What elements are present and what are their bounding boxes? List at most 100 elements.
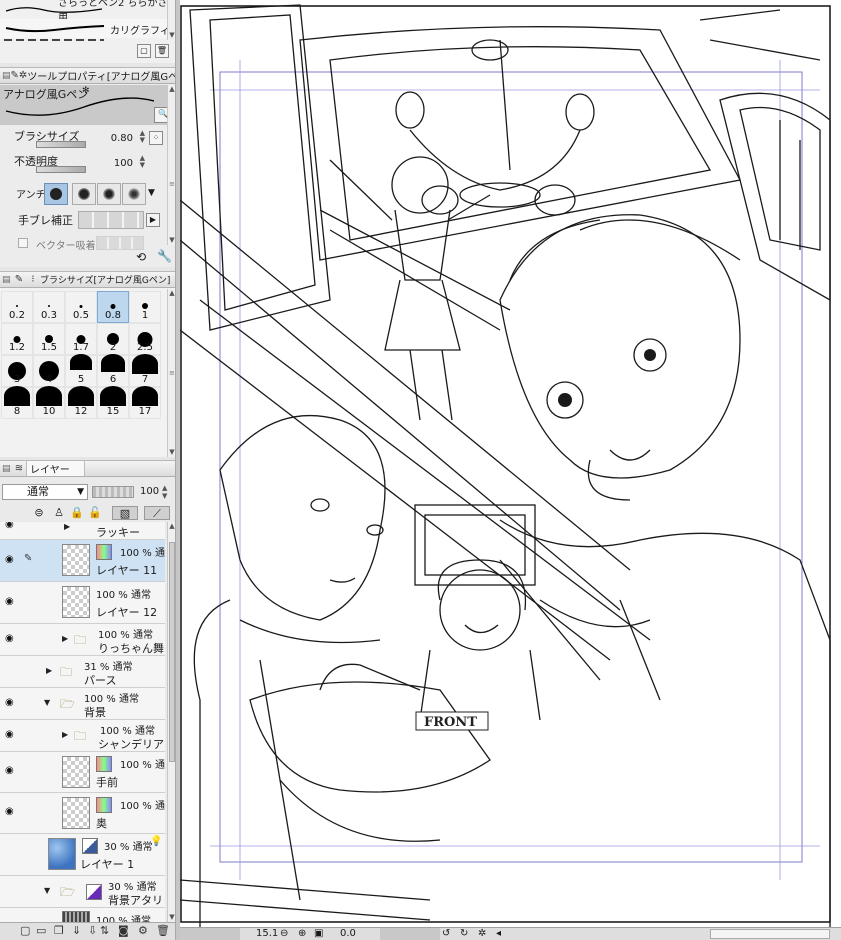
scroll-down-icon[interactable]: ▼ — [168, 913, 175, 922]
rotate-right-icon[interactable]: ↻ — [460, 928, 468, 940]
wrench-icon[interactable]: 🔧 — [157, 249, 172, 263]
brush-size-option[interactable]: 3 — [1, 355, 33, 387]
brush-size-option[interactable]: 1.2 — [1, 323, 33, 355]
subtool-scrollbar[interactable]: ▼ — [167, 0, 175, 40]
brush-size-option[interactable]: 4 — [33, 355, 65, 387]
brush-size-option[interactable]: 2.5 — [129, 323, 161, 355]
antialias-weak-button[interactable] — [72, 183, 96, 205]
brush-size-slider[interactable] — [36, 141, 86, 148]
clip-icon[interactable]: ⊜ — [32, 506, 46, 520]
chevron-right-icon[interactable]: ▶ — [146, 213, 160, 227]
scroll-down-icon[interactable]: ▼ — [168, 236, 175, 245]
reset-icon[interactable]: ⟲ — [136, 250, 146, 264]
brush-size-option[interactable]: 15 — [97, 386, 129, 419]
new-folder-icon[interactable]: ❐ — [54, 924, 64, 937]
antialias-none-button[interactable] — [44, 183, 68, 205]
tool-property-scrollbar[interactable]: ▲ ≡ ▼ — [167, 85, 175, 245]
reference-icon[interactable]: ♙ — [52, 506, 66, 520]
brush-size-option[interactable]: 1 — [129, 291, 161, 323]
scroll-up-icon[interactable]: ▲ — [168, 85, 175, 94]
trash-icon[interactable]: 🗑 — [155, 44, 169, 58]
eye-icon[interactable]: ◉ — [5, 522, 14, 530]
checkbox[interactable] — [18, 238, 28, 248]
zoom-value[interactable]: 15.1 — [256, 928, 278, 940]
lock-icon[interactable]: 🔒 — [70, 506, 84, 520]
brush-size-option[interactable]: 0.8 — [97, 291, 129, 323]
stabilization-slider[interactable] — [78, 211, 144, 229]
brush-size-option[interactable]: 0.2 — [1, 291, 33, 323]
brush-size-option[interactable]: 0.5 — [65, 291, 97, 323]
layer-row[interactable]: ◉ ▶ 🗀 100 % 通常 りっちゃん舞 — [0, 624, 165, 656]
opacity-spinner[interactable]: ▲ ▼ — [140, 155, 145, 169]
brush-size-dynamics-icon[interactable]: ⁘ — [149, 131, 163, 145]
eye-icon[interactable]: ◉ — [5, 596, 14, 607]
flip-icon[interactable]: ⇅ — [100, 924, 109, 937]
layer-row[interactable]: 100 % 通常 — [0, 908, 165, 922]
subtool-item[interactable]: さらっとペン2 ちらかさ用 — [0, 0, 175, 24]
rotation-value[interactable]: 0.0 — [340, 928, 356, 940]
mask-icon[interactable]: ▧ — [112, 506, 138, 520]
panel-menu-icon[interactable]: ▤ — [2, 275, 12, 285]
reset-rotation-icon[interactable]: ✲ — [478, 928, 486, 940]
eye-icon[interactable]: ◉ — [5, 806, 14, 817]
antialias-medium-button[interactable] — [97, 183, 121, 205]
brush-size-option[interactable]: 10 — [33, 386, 65, 419]
opacity-slider[interactable] — [36, 166, 86, 173]
layer-opacity-value[interactable]: 100 — [140, 486, 159, 497]
brush-size-option[interactable]: 12 — [65, 386, 97, 419]
new-raster-layer-icon[interactable]: ▢ — [20, 924, 30, 937]
eye-icon[interactable]: ◉ — [5, 765, 14, 776]
brush-size-option[interactable]: 7 — [129, 354, 161, 387]
chevron-right-icon[interactable]: ▶ — [46, 666, 52, 675]
zoom-in-icon[interactable]: ⊕ — [298, 928, 306, 940]
layer-row[interactable]: ◉ ✎ 100 % 通常 レイヤー 11 — [0, 540, 165, 582]
zoom-out-icon[interactable]: ⊖ — [280, 928, 288, 940]
brush-size-spinner[interactable]: ▲ ▼ — [140, 130, 145, 144]
scroll-left-area[interactable] — [180, 928, 240, 940]
layer-row[interactable]: ◉ ▶ ラッキー — [0, 522, 165, 540]
trash-icon[interactable]: 🗑 — [156, 924, 170, 937]
layer-row[interactable]: ◉ ▼ 🗁 100 % 通常 背景 — [0, 688, 165, 720]
brush-size-scrollbar[interactable]: ▲ ≡ ▼ — [167, 289, 175, 457]
panel-menu-icon[interactable]: ▤ — [2, 71, 11, 81]
blend-mode-select[interactable]: 通常 ▼ — [2, 484, 88, 500]
layer-row[interactable]: ◉ ▶ 🗀 100 % 通常 シャンデリア — [0, 720, 165, 752]
brush-size-option[interactable]: 6 — [97, 354, 129, 387]
eye-icon[interactable]: ◉ — [5, 633, 14, 644]
chevron-right-icon[interactable]: ▶ — [64, 522, 70, 531]
transfer-down-icon[interactable]: ⇓ — [72, 924, 81, 937]
brush-size-option[interactable]: 0.3 — [33, 291, 65, 323]
flip-icon[interactable]: ◂ — [496, 928, 501, 940]
antialias-strong-button[interactable] — [122, 183, 146, 205]
brush-size-option[interactable]: 1.5 — [33, 323, 65, 355]
fit-icon[interactable]: ▣ — [314, 928, 323, 940]
merge-down-icon[interactable]: ⇩ — [88, 924, 97, 937]
lock-alpha-icon[interactable]: 🔓 — [88, 506, 102, 520]
layer-row[interactable]: ▶ 🗀 31 % 通常 パース — [0, 656, 165, 688]
brush-size-option[interactable]: 17 — [129, 386, 161, 419]
layer-row[interactable]: ◉ 100 % 通常 手前 — [0, 752, 165, 793]
vector-snap-options[interactable] — [96, 236, 144, 250]
brush-size-header[interactable]: ▤ ✎ ⁝ ブラシサイズ[アナログ風Gペン] — [0, 271, 175, 288]
layer-row[interactable]: ▼ 🗁 30 % 通常 背景アタリ — [0, 876, 165, 908]
chevron-right-icon[interactable]: ▶ — [62, 730, 68, 739]
chevron-down-icon[interactable]: ▼ — [44, 698, 50, 707]
scroll-up-icon[interactable]: ▲ — [168, 522, 175, 531]
ruler-icon[interactable]: ⟋ — [144, 506, 170, 520]
gear-icon[interactable]: ✲ — [19, 70, 27, 81]
layer-panel-header[interactable]: ▤ ≋ レイヤー — [0, 460, 175, 477]
new-subtool-icon[interactable]: ▢ — [137, 44, 151, 58]
canvas[interactable]: FRONT — [180, 0, 841, 927]
scroll-down-icon[interactable]: ▼ — [168, 448, 175, 457]
layer-opacity-slider[interactable] — [92, 486, 134, 498]
layer-row[interactable]: ◉ 100 % 通常 レイヤー 12 — [0, 582, 165, 624]
brush-size-option[interactable]: 1.7 — [65, 323, 97, 355]
mask-icon[interactable]: ◙ — [118, 924, 129, 937]
brush-size-value[interactable]: 0.80 — [111, 133, 133, 144]
brush-size-option[interactable]: 8 — [1, 386, 33, 419]
new-vector-layer-icon[interactable]: ▭ — [36, 924, 46, 937]
eye-icon[interactable]: ◉ — [5, 729, 14, 740]
eye-icon[interactable]: ◉ — [5, 554, 14, 565]
tool-property-header[interactable]: ▤ ✎ ✲ ツールプロパティ[アナログ風Gペン] — [0, 67, 175, 84]
horizontal-scrollbar[interactable] — [710, 929, 830, 939]
